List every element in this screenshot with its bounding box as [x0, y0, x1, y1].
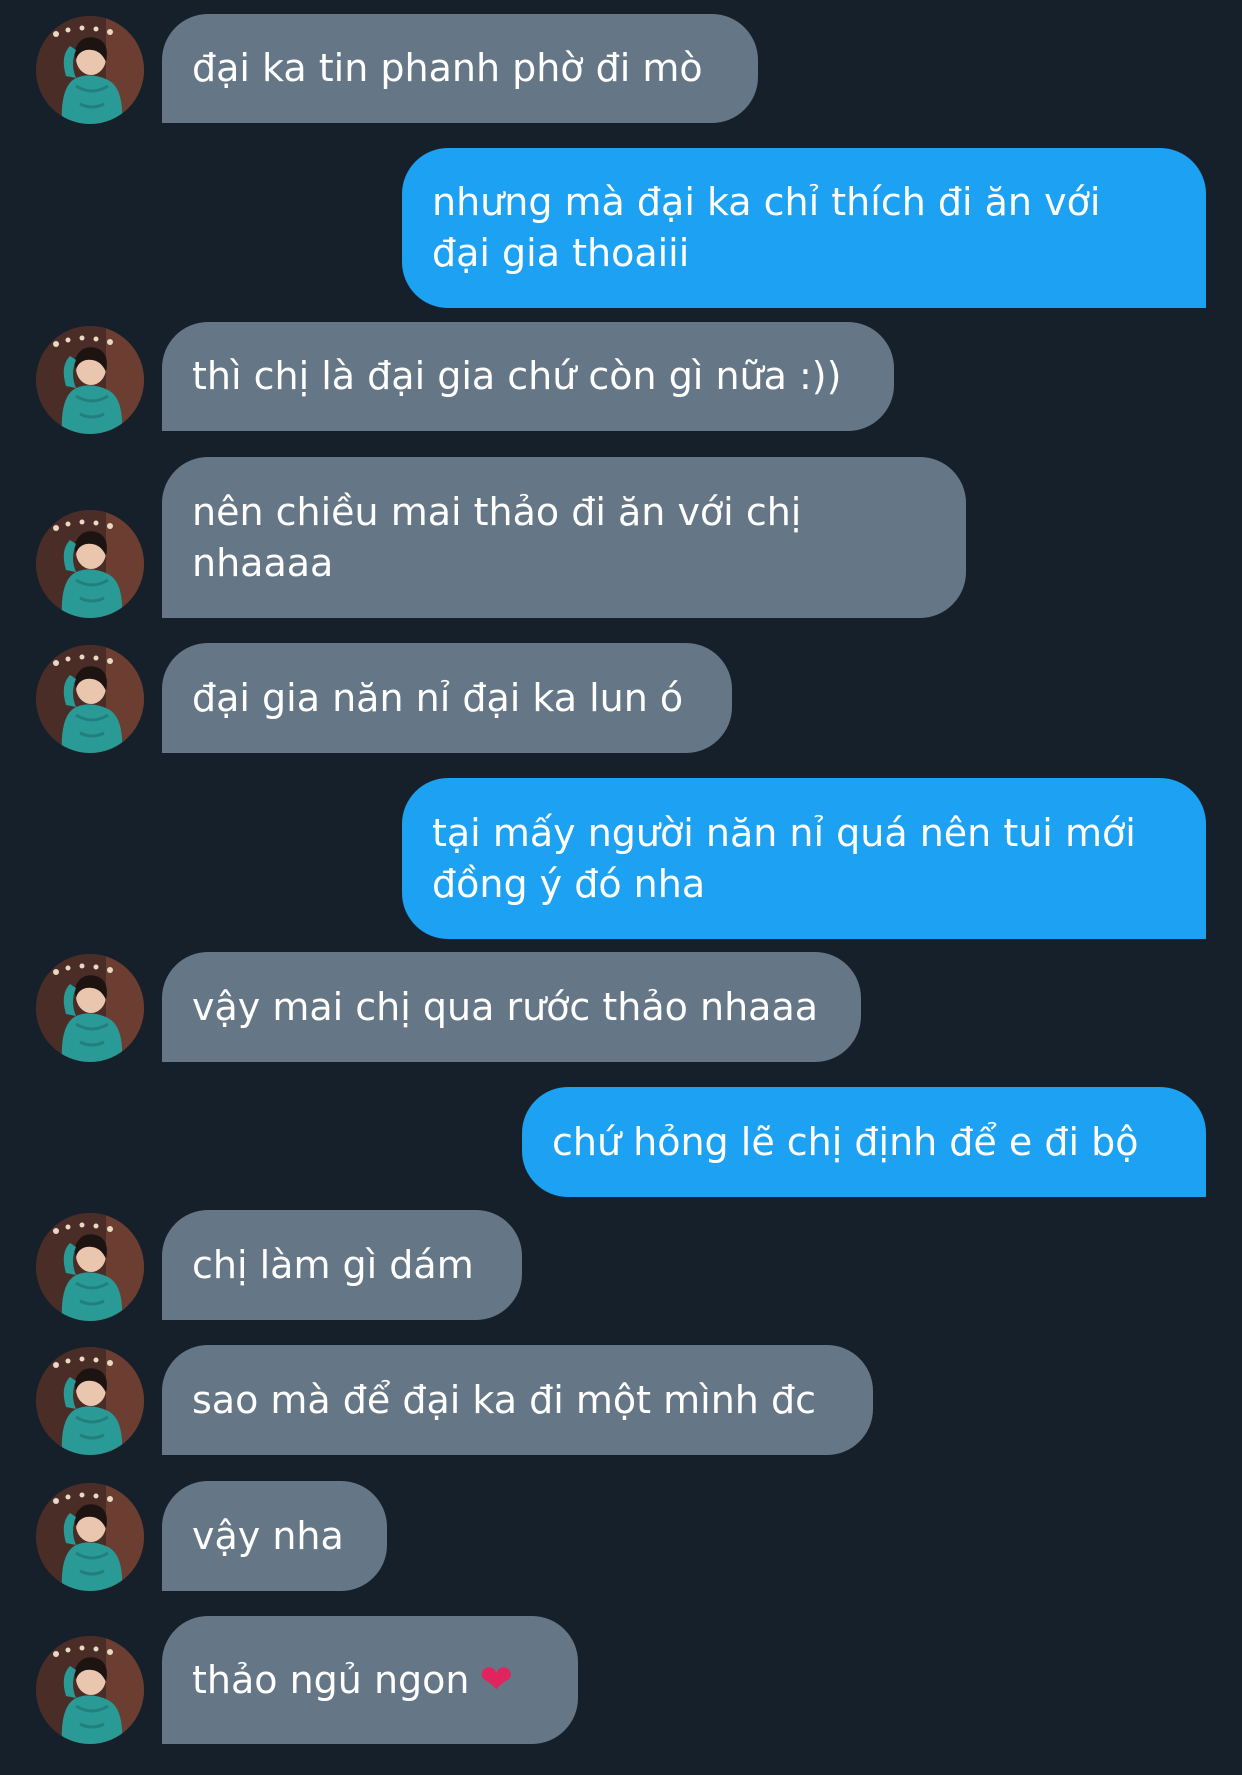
avatar[interactable] — [36, 16, 144, 124]
avatar[interactable] — [36, 1636, 144, 1744]
profile-photo-avatar-icon — [36, 1483, 144, 1591]
avatar[interactable] — [36, 645, 144, 753]
incoming-message-bubble: thảo ngủ ngon ❤ — [162, 1616, 578, 1744]
incoming-message-bubble: chị làm gì dám — [162, 1210, 522, 1320]
incoming-message-bubble: đại ka tin phanh phờ đi mò — [162, 14, 758, 123]
avatar[interactable] — [36, 1483, 144, 1591]
avatar[interactable] — [36, 954, 144, 1062]
profile-photo-avatar-icon — [36, 1213, 144, 1321]
red-heart-emoji-icon: ❤ — [479, 1656, 514, 1703]
incoming-message-bubble: vậy mai chị qua rước thảo nhaaa — [162, 952, 861, 1062]
incoming-message-bubble: nên chiều mai thảo đi ăn với chị nhaaaa — [162, 457, 966, 618]
outgoing-message-bubble: nhưng mà đại ka chỉ thích đi ăn với đại … — [402, 148, 1206, 308]
incoming-message-bubble: đại gia năn nỉ đại ka lun ó — [162, 643, 732, 753]
outgoing-message-bubble: chứ hỏng lẽ chị định để e đi bộ — [522, 1087, 1206, 1197]
avatar[interactable] — [36, 1213, 144, 1321]
outgoing-message-bubble: tại mấy người năn nỉ quá nên tui mới đồn… — [402, 778, 1206, 939]
profile-photo-avatar-icon — [36, 510, 144, 618]
incoming-message-bubble: sao mà để đại ka đi một mình đc — [162, 1345, 873, 1455]
incoming-message-bubble: thì chị là đại gia chứ còn gì nữa :)) — [162, 322, 894, 431]
profile-photo-avatar-icon — [36, 645, 144, 753]
avatar[interactable] — [36, 1347, 144, 1455]
avatar[interactable] — [36, 326, 144, 434]
avatar[interactable] — [36, 510, 144, 618]
profile-photo-avatar-icon — [36, 1347, 144, 1455]
profile-photo-avatar-icon — [36, 1636, 144, 1744]
incoming-message-bubble: vậy nha — [162, 1481, 387, 1591]
profile-photo-avatar-icon — [36, 16, 144, 124]
profile-photo-avatar-icon — [36, 954, 144, 1062]
profile-photo-avatar-icon — [36, 326, 144, 434]
message-text: thảo ngủ ngon — [192, 1657, 470, 1702]
